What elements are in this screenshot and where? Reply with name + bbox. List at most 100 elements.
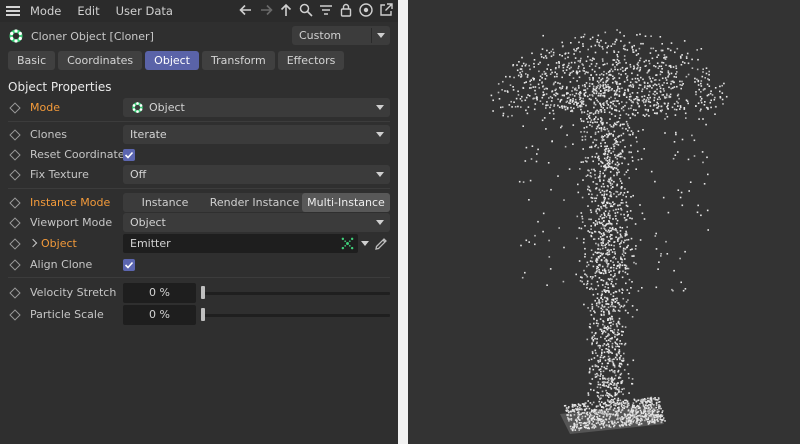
particle (615, 167, 618, 170)
particle (603, 70, 605, 73)
particle-scale-slider[interactable] (203, 314, 390, 317)
velocity-stretch-input[interactable]: 0 % (123, 283, 196, 303)
keyframe-icon[interactable] (9, 102, 21, 114)
tab-effectors[interactable]: Effectors (277, 51, 345, 70)
particle (608, 421, 610, 423)
viewport-mode-dropdown[interactable]: Object (123, 213, 390, 232)
velocity-stretch-slider[interactable] (203, 292, 390, 295)
keyframe-icon[interactable] (9, 217, 21, 229)
particle (582, 100, 585, 103)
particle (643, 148, 645, 150)
particle (637, 64, 640, 67)
menu-user-data[interactable]: User Data (116, 4, 173, 18)
particle (520, 244, 522, 247)
particle (525, 109, 527, 112)
particle (677, 189, 680, 191)
particle (502, 114, 504, 117)
particle (629, 416, 632, 419)
particle (607, 222, 609, 225)
particle (662, 196, 665, 199)
tab-transform[interactable]: Transform (202, 51, 275, 70)
particle (659, 85, 661, 88)
keyframe-icon[interactable] (9, 129, 21, 141)
particle (584, 84, 586, 86)
particle (621, 343, 623, 345)
mode-dropdown[interactable]: Object (123, 98, 390, 117)
particle (577, 183, 579, 186)
panel-divider[interactable] (398, 0, 408, 444)
particle (620, 202, 622, 204)
particle (551, 140, 553, 142)
lock-icon[interactable] (338, 2, 354, 18)
keyframe-icon[interactable] (9, 259, 21, 271)
particle (590, 211, 593, 214)
tab-basic[interactable]: Basic (8, 51, 56, 70)
keyframe-icon[interactable] (9, 169, 21, 181)
target-icon[interactable] (358, 2, 374, 18)
particle (518, 61, 520, 63)
back-arrow-icon[interactable] (238, 2, 254, 18)
chevron-right-icon[interactable] (28, 238, 38, 248)
align-clone-checkbox[interactable] (123, 259, 135, 271)
instance-option[interactable]: Instance (123, 193, 207, 212)
particle (626, 267, 628, 270)
external-link-icon[interactable] (378, 2, 394, 18)
menu-edit[interactable]: Edit (77, 4, 99, 18)
particle (607, 134, 609, 136)
particle (626, 67, 628, 69)
keyframe-icon[interactable] (9, 287, 21, 299)
particle (596, 281, 599, 283)
forward-arrow-icon[interactable] (258, 2, 274, 18)
menu-mode[interactable]: Mode (30, 4, 61, 18)
particle (622, 247, 625, 250)
particle (615, 267, 618, 270)
keyframe-icon[interactable] (9, 197, 21, 209)
chevron-down-icon[interactable] (361, 241, 369, 246)
search-icon[interactable] (298, 2, 314, 18)
velocity-stretch-handle[interactable] (201, 286, 205, 299)
preset-dropdown[interactable]: Custom (292, 26, 390, 45)
particle (591, 423, 593, 425)
particle (603, 200, 605, 203)
particle (659, 414, 662, 416)
particle (592, 76, 594, 79)
particle (647, 98, 650, 101)
particle (600, 111, 603, 113)
particle (600, 310, 603, 313)
keyframe-icon[interactable] (9, 149, 21, 161)
particle-scale-input[interactable]: 0 % (123, 305, 196, 325)
particle (609, 406, 612, 409)
particle (549, 268, 552, 270)
filter-icon[interactable] (318, 2, 334, 18)
particle (682, 61, 684, 63)
particle (582, 69, 584, 72)
keyframe-icon[interactable] (9, 309, 21, 321)
menu-icon[interactable] (6, 6, 20, 16)
tab-coordinates[interactable]: Coordinates (58, 51, 143, 70)
particle (504, 90, 506, 92)
render-instance-option[interactable]: Render Instance (207, 193, 302, 212)
up-arrow-icon[interactable] (278, 2, 294, 18)
particle (583, 303, 585, 306)
viewport[interactable] (408, 0, 800, 444)
particle (687, 158, 690, 161)
particle (568, 168, 571, 170)
fix-texture-dropdown[interactable]: Off (123, 165, 390, 184)
tab-object[interactable]: Object (145, 51, 199, 70)
particle (703, 88, 706, 90)
particle (617, 237, 620, 240)
particle (600, 394, 602, 397)
particle-scale-handle[interactable] (201, 308, 205, 321)
particle (600, 412, 603, 415)
particle (632, 359, 635, 362)
particle (649, 404, 652, 406)
reset-coordinates-checkbox[interactable] (123, 149, 135, 161)
picker-icon[interactable] (373, 236, 389, 252)
particle (613, 404, 615, 406)
multi-instance-option[interactable]: Multi-Instance (302, 193, 390, 212)
particle (582, 161, 584, 163)
clones-dropdown[interactable]: Iterate (123, 125, 390, 144)
object-link-field[interactable]: Emitter (123, 234, 358, 253)
keyframe-icon[interactable] (9, 238, 21, 250)
particle (616, 121, 618, 124)
